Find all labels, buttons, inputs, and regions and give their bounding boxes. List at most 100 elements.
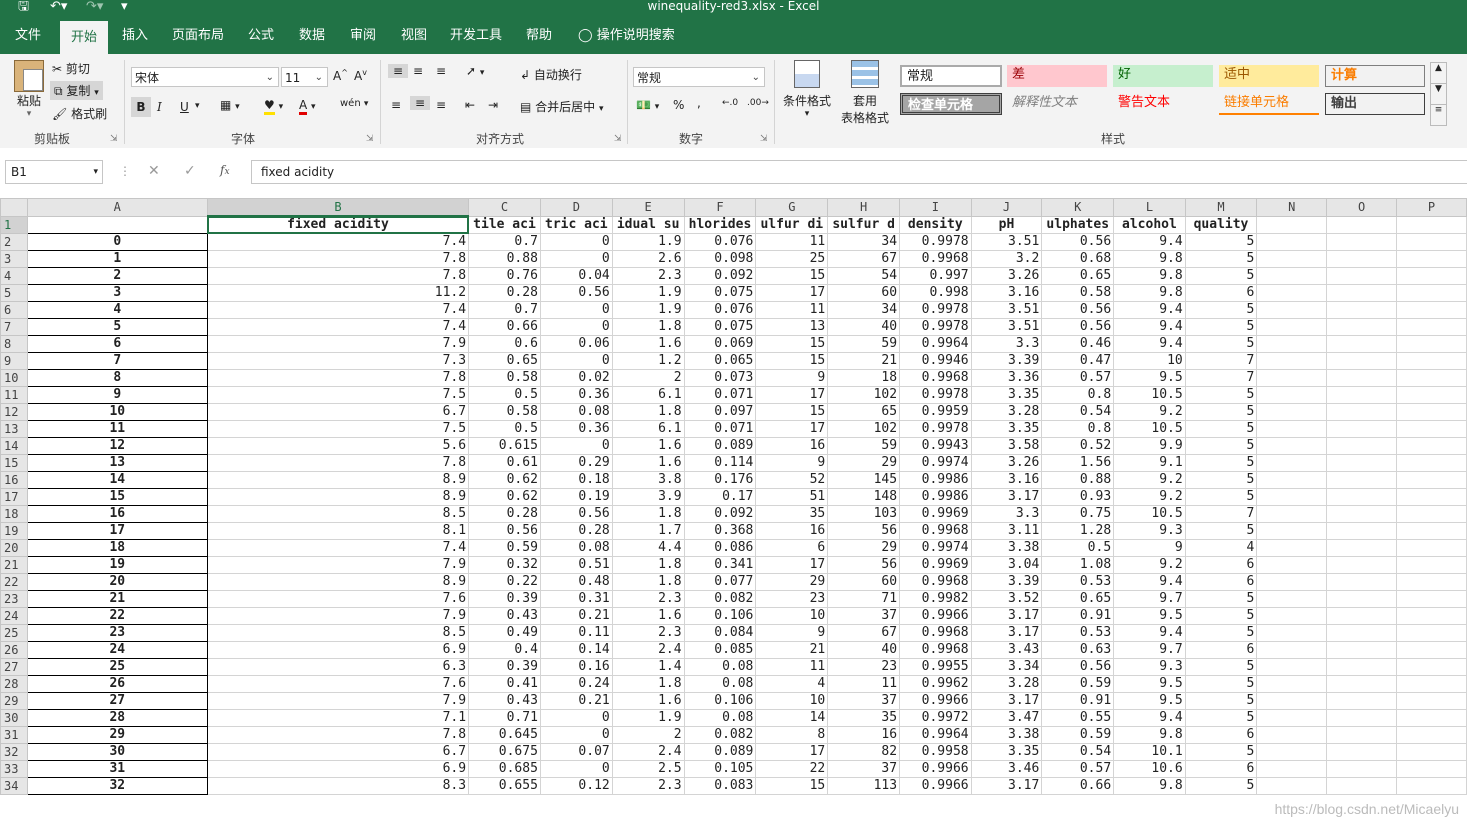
cell[interactable]: 0.58 — [468, 403, 541, 421]
column-header[interactable]: O — [1326, 198, 1397, 217]
cell[interactable] — [1396, 505, 1467, 523]
cell[interactable]: 7.8 — [206, 250, 470, 268]
cell[interactable]: 5 — [1184, 709, 1258, 727]
cell[interactable]: 6.9 — [206, 760, 470, 778]
cell[interactable]: 148 — [827, 488, 901, 506]
border-icon[interactable]: ▦ ▾ — [220, 98, 240, 112]
cell[interactable]: 0.65 — [1041, 267, 1115, 285]
cell[interactable]: 9.7 — [1113, 641, 1186, 659]
cell[interactable]: 0.998 — [899, 284, 972, 302]
cell[interactable]: 0.08 — [539, 539, 613, 557]
cell[interactable]: 0.089 — [683, 437, 757, 455]
index-cell[interactable]: 20 — [26, 573, 208, 591]
cell[interactable] — [1256, 386, 1328, 404]
cell[interactable]: 0.9974 — [899, 454, 972, 472]
font-color-icon[interactable]: A ▾ — [299, 98, 316, 115]
cell[interactable]: 0.54 — [1041, 743, 1115, 761]
cell[interactable]: 1.56 — [1041, 454, 1115, 472]
column-header[interactable]: P — [1396, 198, 1467, 217]
cell[interactable] — [1326, 726, 1397, 744]
cell[interactable]: 9.5 — [1113, 607, 1186, 625]
increase-indent-icon[interactable]: ⇥ — [488, 98, 498, 112]
cell[interactable] — [1396, 335, 1467, 353]
cell[interactable]: 0.39 — [468, 658, 541, 676]
row-header[interactable]: 23 — [0, 590, 28, 608]
cell[interactable]: 7.9 — [206, 607, 470, 625]
cell[interactable]: 7 — [1184, 505, 1258, 523]
row-header[interactable]: 19 — [0, 522, 28, 540]
cell[interactable]: 17 — [755, 420, 829, 438]
currency-icon[interactable]: 💵 ▾ — [636, 98, 659, 112]
cell[interactable]: 7.8 — [206, 267, 470, 285]
comma-button[interactable]: , — [697, 96, 701, 110]
cell[interactable] — [1396, 760, 1467, 778]
row-header[interactable]: 12 — [0, 403, 28, 421]
cell[interactable]: 11 — [755, 658, 829, 676]
cell[interactable]: 3.39 — [970, 573, 1043, 591]
cell[interactable]: 8 — [755, 726, 829, 744]
cell[interactable]: 3.38 — [970, 726, 1043, 744]
cell[interactable]: 11 — [755, 301, 829, 319]
cell[interactable]: 0.9978 — [899, 318, 972, 336]
cell[interactable]: 8.1 — [206, 522, 470, 540]
decrease-font-icon[interactable]: Av — [354, 68, 367, 83]
cell[interactable] — [1396, 522, 1467, 540]
cell[interactable]: 0.56 — [1041, 658, 1115, 676]
cell[interactable]: 0.077 — [683, 573, 757, 591]
cell[interactable]: 0.071 — [683, 420, 757, 438]
cell[interactable] — [1326, 233, 1397, 251]
tab-home[interactable]: 开始 — [60, 21, 108, 54]
conditional-format-button[interactable]: 条件格式 ▾ — [782, 60, 832, 119]
cell[interactable]: 0.9969 — [899, 556, 972, 574]
cell[interactable]: 0.9968 — [899, 522, 972, 540]
row-header[interactable]: 3 — [0, 250, 28, 268]
cell[interactable] — [1396, 454, 1467, 472]
cell[interactable]: 0.9955 — [899, 658, 972, 676]
row-header[interactable]: 31 — [0, 726, 28, 744]
cell[interactable] — [1396, 573, 1467, 591]
cell[interactable]: 0 — [539, 760, 613, 778]
cell[interactable]: 1.08 — [1041, 556, 1115, 574]
cell[interactable]: 0.086 — [683, 539, 757, 557]
cell[interactable]: 5 — [1184, 471, 1258, 489]
cell[interactable]: 16 — [827, 726, 901, 744]
cell[interactable] — [1326, 284, 1397, 302]
cell[interactable]: 11 — [827, 675, 901, 693]
cell[interactable]: 6.1 — [611, 420, 685, 438]
font-launcher-icon[interactable]: ⇲ — [366, 134, 374, 144]
cell[interactable]: 0.092 — [683, 505, 757, 523]
cell[interactable] — [1256, 505, 1328, 523]
cell[interactable]: 103 — [827, 505, 901, 523]
cell[interactable]: 9.9 — [1113, 437, 1186, 455]
cell[interactable]: 15 — [755, 403, 829, 421]
cell[interactable]: 5 — [1184, 590, 1258, 608]
cell[interactable]: 5 — [1184, 607, 1258, 625]
cell[interactable]: 9 — [755, 454, 829, 472]
cell[interactable]: 3.28 — [970, 675, 1043, 693]
index-cell[interactable]: 19 — [26, 556, 208, 574]
row-header[interactable]: 28 — [0, 675, 28, 693]
cell[interactable]: 5 — [1184, 233, 1258, 251]
cell[interactable]: 2.4 — [611, 641, 685, 659]
cell[interactable]: 7 — [1184, 369, 1258, 387]
cell[interactable]: 0.9974 — [899, 539, 972, 557]
cell[interactable]: 71 — [827, 590, 901, 608]
cell[interactable]: 82 — [827, 743, 901, 761]
increase-font-icon[interactable]: A^ — [333, 68, 348, 83]
number-launcher-icon[interactable]: ⇲ — [760, 134, 768, 144]
cell[interactable]: 22 — [755, 760, 829, 778]
row-header[interactable]: 2 — [0, 233, 28, 251]
cell[interactable]: 0.62 — [468, 488, 541, 506]
cell[interactable] — [1256, 233, 1328, 251]
cell[interactable]: 67 — [827, 250, 901, 268]
cell[interactable]: 0.176 — [683, 471, 757, 489]
cell[interactable]: 9.2 — [1113, 471, 1186, 489]
column-header[interactable]: D — [539, 198, 613, 217]
cell[interactable]: 3.52 — [970, 590, 1043, 608]
cell[interactable] — [1326, 522, 1397, 540]
cell[interactable]: 0.88 — [1041, 471, 1115, 489]
cell[interactable]: 9 — [1113, 539, 1186, 557]
cell[interactable]: 0.105 — [683, 760, 757, 778]
cell[interactable] — [1326, 590, 1397, 608]
cell[interactable]: 3.35 — [970, 386, 1043, 404]
